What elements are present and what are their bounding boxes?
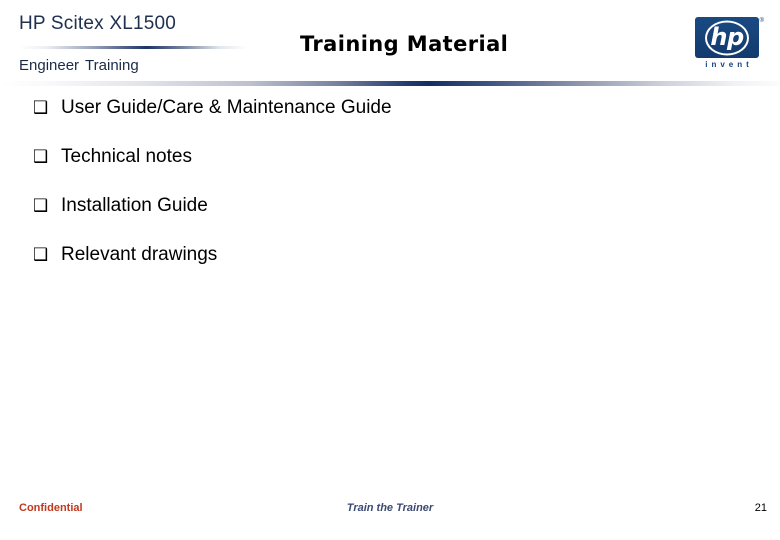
list-item-label: User Guide/Care & Maintenance Guide [61, 97, 392, 118]
presentation-slide: HP Scitex XL1500 Engineer Training Traini… [0, 0, 780, 540]
list-item-label: Relevant drawings [61, 244, 218, 265]
hp-logo-badge: hp [695, 17, 759, 58]
brand-block: HP Scitex XL1500 Engineer Training [19, 12, 319, 74]
header-gradient-bar [0, 81, 780, 86]
brand-divider-rule [19, 46, 247, 49]
hollow-square-bullet-icon: ❑ [33, 196, 49, 216]
list-item-label: Technical notes [61, 146, 192, 167]
page-title: Training Material [300, 32, 509, 56]
hp-logo-wordmark: hp [710, 22, 744, 51]
list-item: ❑ User Guide/Care & Maintenance Guide [33, 96, 733, 145]
hollow-square-bullet-icon: ❑ [33, 98, 49, 118]
list-item: ❑ Installation Guide [33, 194, 733, 243]
hp-logo-tagline: invent [705, 60, 753, 69]
audience-line-word-2: Training [85, 57, 139, 74]
page-number: 21 [754, 502, 767, 514]
product-name: HP Scitex XL1500 [19, 13, 177, 34]
slide-footer: Confidential Train the Trainer 21 [0, 498, 780, 528]
hollow-square-bullet-icon: ❑ [33, 147, 49, 167]
bullet-list: ❑ User Guide/Care & Maintenance Guide ❑ … [33, 96, 733, 292]
slide-header: HP Scitex XL1500 Engineer Training Traini… [0, 0, 780, 90]
list-item-label: Installation Guide [61, 195, 208, 216]
registered-trademark-icon: ® [759, 18, 764, 24]
slide-content: ❑ User Guide/Care & Maintenance Guide ❑ … [0, 90, 780, 480]
hp-invent-logo: hp ® invent [691, 17, 765, 75]
audience-line: Engineer Training [19, 56, 139, 76]
hollow-square-bullet-icon: ❑ [33, 245, 49, 265]
list-item: ❑ Technical notes [33, 145, 733, 194]
course-name-label: Train the Trainer [346, 502, 434, 514]
audience-line-word-1: Engineer [19, 57, 80, 74]
list-item: ❑ Relevant drawings [33, 243, 733, 292]
